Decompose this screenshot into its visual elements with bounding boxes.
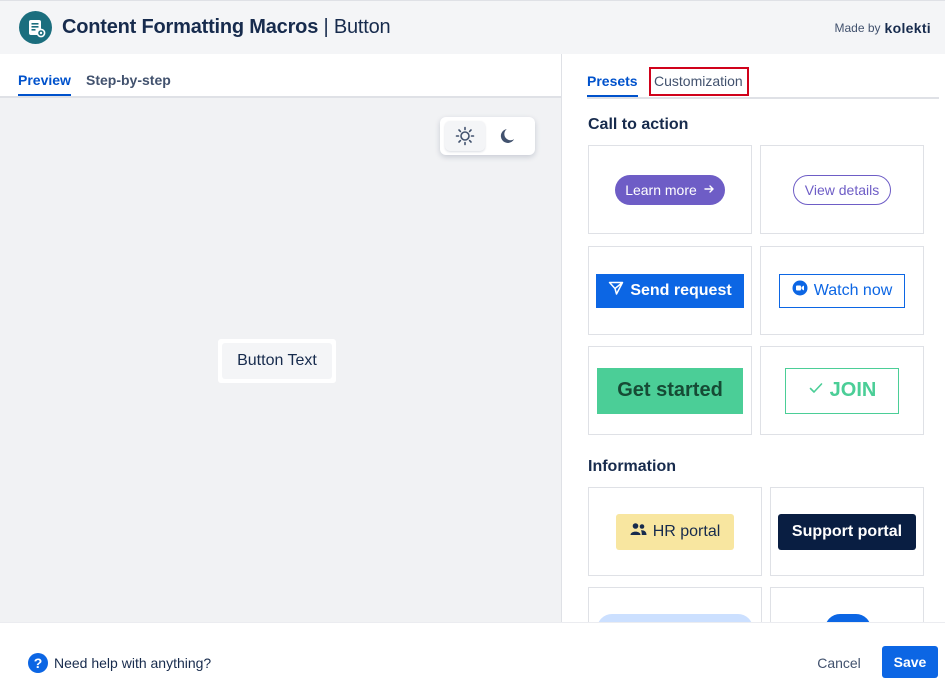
hr-portal-label: HR portal — [652, 522, 721, 540]
preview-pane: Preview Step-by-step Button Text — [0, 54, 561, 622]
preset-card-partial-left[interactable] — [588, 587, 762, 622]
presets-pane: Presets Customization Call to action Lea… — [561, 54, 945, 622]
preview-button-frame: Button Text — [218, 339, 336, 383]
preset-card-watch-now[interactable]: Watch now — [760, 246, 924, 335]
save-button[interactable]: Save — [882, 646, 938, 678]
people-icon — [630, 522, 647, 541]
page-subtitle: Button — [333, 16, 391, 38]
watch-now-label: Watch now — [813, 281, 893, 299]
footer-bar: ? Need help with anything? Cancel Save — [0, 622, 945, 685]
preset-card-support-portal[interactable]: Support portal — [770, 487, 924, 576]
preset-card-view-details[interactable]: View details — [760, 145, 924, 234]
tab-preview[interactable]: Preview — [18, 72, 71, 96]
left-tab-bar: Preview Step-by-step — [0, 54, 561, 98]
partial-blue-button-sample — [597, 614, 753, 622]
sun-icon — [455, 126, 475, 146]
preset-card-partial-right[interactable] — [770, 587, 924, 622]
brand-logo: kolekti — [884, 20, 931, 36]
app-title-text: Content Formatting Macros — [62, 16, 319, 38]
preset-card-learn-more[interactable]: Learn more — [588, 145, 752, 234]
preset-card-join[interactable]: JOIN — [760, 346, 924, 435]
help-link[interactable]: ? Need help with anything? — [28, 653, 211, 673]
header-bar: Content Formatting Macros | Button Made … — [0, 0, 945, 54]
preset-card-get-started[interactable]: Get started — [588, 346, 752, 435]
document-gear-icon — [19, 11, 52, 44]
page-title: Content Formatting Macros | Button — [62, 16, 391, 39]
hr-portal-sample: HR portal — [615, 513, 735, 550]
learn-more-label: Learn more — [625, 181, 697, 198]
cancel-button[interactable]: Cancel — [808, 647, 870, 679]
preview-button[interactable]: Button Text — [222, 343, 332, 379]
get-started-sample: Get started — [597, 367, 743, 414]
partial-icon-button-sample — [825, 614, 871, 622]
section-title-information: Information — [588, 458, 676, 475]
view-details-sample: View details — [792, 174, 892, 205]
preset-card-send-request[interactable]: Send request — [588, 246, 752, 335]
tab-step-by-step[interactable]: Step-by-step — [86, 72, 171, 94]
join-label: JOIN — [829, 379, 877, 401]
send-request-sample: Send request — [596, 273, 744, 308]
right-tab-bar: Presets Customization — [587, 54, 939, 99]
arrow-right-icon — [703, 182, 715, 198]
send-icon — [608, 280, 624, 301]
support-portal-sample: Support portal — [777, 513, 917, 550]
light-theme-button[interactable] — [445, 121, 485, 151]
send-request-label: Send request — [630, 281, 732, 299]
learn-more-sample: Learn more — [615, 174, 725, 205]
tab-customization[interactable]: Customization — [649, 67, 749, 96]
dark-theme-button[interactable] — [490, 121, 530, 151]
moon-icon — [500, 129, 515, 143]
check-icon — [808, 379, 824, 402]
tab-presets[interactable]: Presets — [587, 73, 638, 97]
preset-card-hr-portal[interactable]: HR portal — [588, 487, 762, 576]
made-by-label: Made by — [834, 21, 881, 35]
video-camera-icon — [792, 280, 808, 301]
help-text: Need help with anything? — [54, 655, 212, 671]
title-separator: | — [318, 16, 334, 38]
join-sample: JOIN — [785, 367, 899, 414]
theme-toggle — [440, 117, 535, 155]
section-title-call-to-action: Call to action — [588, 116, 689, 133]
made-by-credit[interactable]: Made by kolekti — [835, 20, 931, 36]
watch-now-sample: Watch now — [778, 273, 906, 308]
question-circle-icon: ? — [28, 653, 48, 673]
